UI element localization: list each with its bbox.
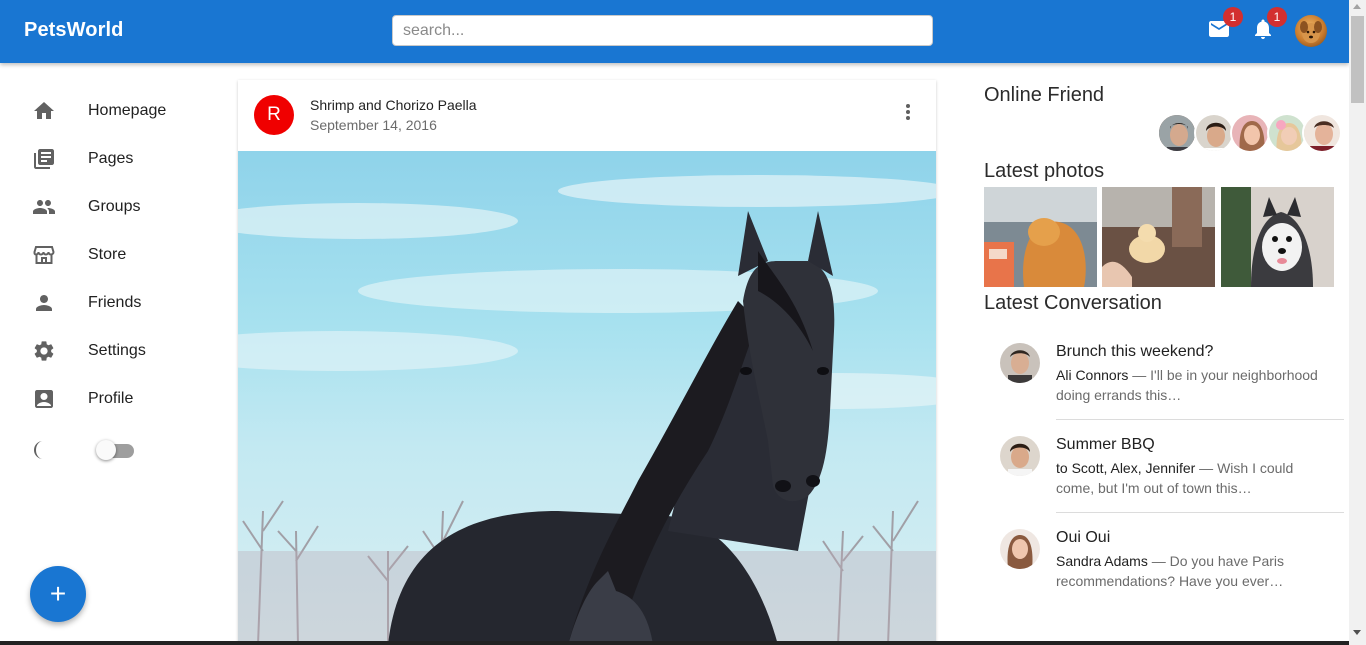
notification-badge: 1 — [1267, 7, 1287, 27]
mail-badge: 1 — [1223, 7, 1243, 27]
sidebar-item-store[interactable]: Store — [0, 231, 220, 279]
scrollbar-thumb[interactable] — [1351, 16, 1364, 103]
conversation-snippet: to Scott, Alex, Jennifer — Wish I could … — [1056, 458, 1328, 498]
mail-button[interactable]: 1 — [1206, 7, 1243, 42]
list-divider — [1056, 419, 1344, 420]
friend-avatar[interactable] — [1157, 113, 1197, 153]
groups-icon — [32, 195, 56, 219]
conversation-avatar — [1000, 529, 1040, 569]
sidebar-item-label: Groups — [88, 198, 141, 215]
friend-photo — [1159, 115, 1195, 151]
friend-avatar[interactable] — [1302, 113, 1342, 153]
conversation-snippet: Sandra Adams — Do you have Paris recomme… — [1056, 551, 1328, 591]
sidebar-item-settings[interactable]: Settings — [0, 327, 220, 375]
search-input[interactable] — [392, 15, 933, 46]
profile-icon — [32, 387, 56, 411]
puppy-photo — [1221, 187, 1334, 287]
add-button[interactable]: + — [30, 566, 86, 622]
home-icon — [32, 99, 56, 123]
post-title: Shrimp and Chorizo Paella — [310, 97, 477, 113]
gear-icon — [32, 339, 56, 363]
friend-photo — [1196, 115, 1232, 151]
bottom-edge — [0, 641, 1349, 645]
sidebar-item-label: Friends — [88, 294, 142, 311]
user-avatar[interactable] — [1295, 15, 1327, 47]
latest-photo[interactable] — [1102, 187, 1215, 287]
friend-avatar[interactable] — [1267, 113, 1307, 153]
sidebar-item-homepage[interactable]: Homepage — [0, 87, 220, 135]
sidebar: Homepage Pages Groups Store Friends Sett… — [0, 63, 220, 645]
dark-mode-row — [0, 426, 70, 474]
post-date: September 14, 2016 — [310, 117, 437, 133]
latest-conversation-heading: Latest Conversation — [984, 292, 1162, 314]
conversation-sender: Sandra Adams — [1056, 553, 1148, 569]
sidebar-item-groups[interactable]: Groups — [0, 183, 220, 231]
friend-photo — [1304, 115, 1340, 151]
sidebar-item-label: Settings — [88, 342, 146, 359]
sidebar-item-label: Pages — [88, 150, 134, 167]
dog-in-car-photo — [984, 187, 1097, 287]
post-image[interactable] — [238, 151, 936, 645]
conversation-title: Oui Oui — [1056, 529, 1111, 546]
app-bar: PetsWorld 1 1 — [0, 0, 1349, 63]
conversation-avatar — [1000, 343, 1040, 383]
sidebar-item-label: Profile — [88, 390, 134, 407]
brand-logo[interactable]: PetsWorld — [24, 19, 123, 42]
post-card: R Shrimp and Chorizo Paella September 14… — [238, 80, 936, 645]
person-icon — [32, 291, 56, 315]
dark-mode-toggle[interactable] — [96, 439, 136, 461]
latest-photo[interactable] — [984, 187, 1097, 287]
conversation-item[interactable]: Oui Oui Sandra Adams — Do you have Paris… — [984, 529, 1344, 622]
friend-avatar[interactable] — [1230, 113, 1270, 153]
scroll-up-icon[interactable] — [1353, 4, 1361, 9]
post-avatar[interactable]: R — [254, 95, 294, 135]
pages-icon — [32, 147, 56, 171]
list-divider — [1056, 512, 1344, 513]
sidebar-item-label: Store — [88, 246, 127, 263]
conversation-sender: Ali Connors — [1056, 367, 1129, 383]
toggle-thumb — [96, 440, 116, 460]
online-friends-heading: Online Friend — [984, 84, 1105, 106]
dog-avatar-image — [1300, 21, 1322, 43]
sidebar-item-label: Homepage — [88, 102, 167, 119]
more-vert-icon — [906, 104, 910, 120]
post-menu-button[interactable] — [898, 100, 918, 124]
moon-icon — [32, 438, 56, 462]
latest-photos-heading: Latest photos — [984, 160, 1105, 182]
sidebar-item-pages[interactable]: Pages — [0, 135, 220, 183]
conversation-title: Brunch this weekend? — [1056, 343, 1214, 360]
friend-photo — [1232, 115, 1268, 151]
notifications-button[interactable]: 1 — [1250, 7, 1287, 42]
horse-photo — [238, 175, 936, 645]
conversation-item[interactable]: Brunch this weekend? Ali Connors — I'll … — [984, 343, 1344, 436]
conversation-avatar — [1000, 436, 1040, 476]
latest-photo[interactable] — [1221, 187, 1334, 287]
scroll-down-icon[interactable] — [1353, 630, 1361, 635]
conversation-title: Summer BBQ — [1056, 436, 1155, 453]
conversation-sender: to Scott, Alex, Jennifer — [1056, 460, 1196, 476]
duckling-photo — [1102, 187, 1215, 287]
friend-avatar[interactable] — [1194, 113, 1234, 153]
store-icon — [32, 243, 56, 267]
sidebar-item-profile[interactable]: Profile — [0, 375, 220, 423]
conversation-snippet: Ali Connors — I'll be in your neighborho… — [1056, 365, 1328, 405]
page-scrollbar[interactable] — [1349, 0, 1366, 645]
conversation-item[interactable]: Summer BBQ to Scott, Alex, Jennifer — Wi… — [984, 436, 1344, 529]
sidebar-item-friends[interactable]: Friends — [0, 279, 220, 327]
